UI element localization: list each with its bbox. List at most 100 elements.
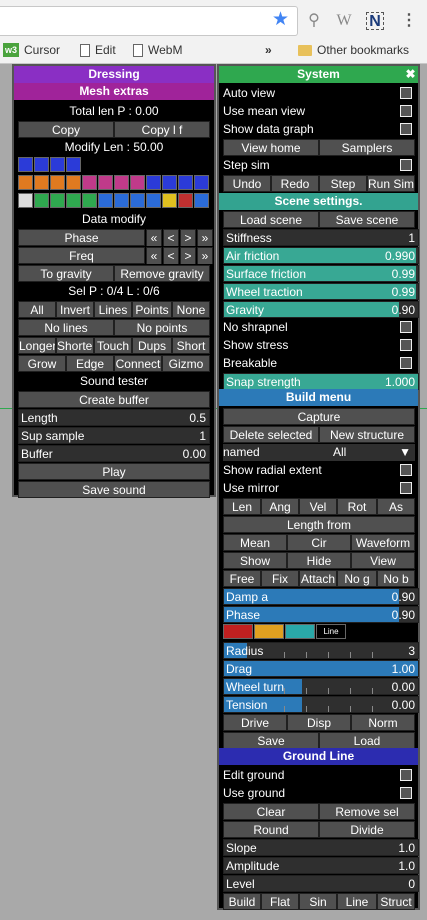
samplers-button[interactable]: Samplers bbox=[319, 139, 415, 156]
fast-right-icon[interactable]: » bbox=[197, 247, 213, 264]
show-radial-extent-toggle[interactable]: Show radial extent bbox=[223, 462, 415, 479]
remove-sel-button[interactable]: Remove sel bbox=[319, 803, 415, 820]
show-stress-toggle[interactable]: Show stress bbox=[223, 337, 415, 354]
flat-button[interactable]: Flat bbox=[261, 893, 299, 910]
gizmo-button[interactable]: Gizmo bbox=[162, 355, 210, 372]
no-shrapnel-toggle[interactable]: No shrapnel bbox=[223, 319, 415, 336]
capture-button[interactable]: Capture bbox=[223, 408, 415, 425]
tool-k-icon[interactable] bbox=[178, 175, 193, 190]
close-icon[interactable]: ✖ bbox=[403, 66, 418, 83]
tool-d-icon[interactable] bbox=[66, 175, 81, 190]
tool-e-icon[interactable] bbox=[82, 175, 97, 190]
menu-icon[interactable]: ⋮ bbox=[398, 10, 420, 32]
phase-button[interactable]: Phase bbox=[18, 229, 145, 246]
tool-m-icon[interactable] bbox=[34, 193, 49, 208]
no-g-button[interactable]: No g bbox=[337, 570, 377, 587]
tool-q-icon[interactable] bbox=[98, 193, 113, 208]
play-button[interactable]: Play bbox=[18, 463, 210, 480]
disp-button[interactable]: Disp bbox=[287, 714, 351, 731]
slope-slider[interactable]: Slope 1.0 bbox=[223, 839, 419, 856]
edit-ground-toggle[interactable]: Edit ground bbox=[223, 767, 415, 784]
no-b-button[interactable]: No b bbox=[377, 570, 415, 587]
as-button[interactable]: As bbox=[377, 498, 415, 515]
step-button[interactable]: Step bbox=[319, 175, 367, 192]
tool-arrow-icon[interactable] bbox=[50, 157, 65, 172]
free-button[interactable]: Free bbox=[223, 570, 261, 587]
save-button[interactable]: Save bbox=[223, 732, 319, 749]
snap-strength-slider[interactable]: Snap strength 1.000 bbox=[223, 373, 419, 390]
other-bookmarks[interactable]: Other bookmarks bbox=[298, 41, 409, 59]
w-extension-icon[interactable]: W bbox=[333, 10, 355, 32]
tool-v-icon[interactable] bbox=[178, 193, 193, 208]
bookmark-cursor[interactable]: w3 Cursor bbox=[3, 41, 60, 59]
wheel-traction-slider[interactable]: Wheel traction 0.99 bbox=[223, 283, 419, 300]
tool-g-icon[interactable] bbox=[114, 175, 129, 190]
checkbox[interactable] bbox=[400, 105, 412, 117]
tool-l-icon[interactable] bbox=[194, 175, 209, 190]
tool-a-icon[interactable] bbox=[18, 175, 33, 190]
freq-button[interactable]: Freq bbox=[18, 247, 145, 264]
left-icon[interactable]: < bbox=[163, 229, 179, 246]
named-dropdown[interactable]: named All ▼ bbox=[223, 444, 415, 461]
sine-icon[interactable] bbox=[285, 624, 315, 639]
address-bar[interactable] bbox=[0, 6, 298, 36]
load-button[interactable]: Load bbox=[319, 732, 415, 749]
line-wave-icon[interactable]: Line bbox=[316, 624, 346, 639]
ang-button[interactable]: Ang bbox=[261, 498, 299, 515]
tool-line-icon[interactable] bbox=[18, 193, 33, 208]
struct-button[interactable]: Struct bbox=[377, 893, 415, 910]
tool-c-icon[interactable] bbox=[66, 157, 81, 172]
clear-button[interactable]: Clear bbox=[223, 803, 319, 820]
copy-lf-button[interactable]: Copy l f bbox=[114, 121, 210, 138]
view-button[interactable]: View bbox=[351, 552, 415, 569]
fix-button[interactable]: Fix bbox=[261, 570, 299, 587]
grow-button[interactable]: Grow bbox=[18, 355, 66, 372]
build-button[interactable]: Build bbox=[223, 893, 261, 910]
checkbox[interactable] bbox=[400, 357, 412, 369]
tool-p-icon[interactable] bbox=[82, 193, 97, 208]
fast-right-icon[interactable]: » bbox=[197, 229, 213, 246]
no-lines-button[interactable]: No lines bbox=[18, 319, 114, 336]
amplitude-slider[interactable]: Amplitude 1.0 bbox=[223, 857, 419, 874]
use-ground-toggle[interactable]: Use ground bbox=[223, 785, 415, 802]
tool-scatter-icon[interactable] bbox=[34, 157, 49, 172]
load-scene-button[interactable]: Load scene bbox=[223, 211, 319, 228]
air-friction-slider[interactable]: Air friction 0.990 bbox=[223, 247, 419, 264]
wheel-turn-slider[interactable]: Wheel turn 0.00 bbox=[223, 678, 419, 695]
auto-view-toggle[interactable]: Auto view bbox=[223, 85, 415, 102]
n-extension-icon[interactable]: N bbox=[366, 12, 384, 30]
checkbox[interactable] bbox=[400, 87, 412, 99]
zoom-icon[interactable]: ⚲ bbox=[303, 10, 325, 32]
round-button[interactable]: Round bbox=[223, 821, 319, 838]
surface-friction-slider[interactable]: Surface friction 0.99 bbox=[223, 265, 419, 282]
noise-icon[interactable] bbox=[254, 624, 284, 639]
bookmark-edit[interactable]: Edit bbox=[80, 41, 116, 59]
phase-slider[interactable]: Phase 0.90 bbox=[223, 606, 419, 623]
redo-button[interactable]: Redo bbox=[271, 175, 319, 192]
line-button[interactable]: Line bbox=[337, 893, 377, 910]
bookmark-star-icon[interactable]: ★ bbox=[272, 8, 289, 32]
checkbox[interactable] bbox=[400, 769, 412, 781]
tension-slider[interactable]: Tension 0.00 bbox=[223, 696, 419, 713]
right-icon[interactable]: > bbox=[180, 247, 196, 264]
mean-button[interactable]: Mean bbox=[223, 534, 287, 551]
sawtooth-icon[interactable] bbox=[223, 624, 253, 639]
tool-i-icon[interactable] bbox=[146, 175, 161, 190]
connect-button[interactable]: Connect bbox=[114, 355, 162, 372]
breakable-toggle[interactable]: Breakable bbox=[223, 355, 415, 372]
drive-button[interactable]: Drive bbox=[223, 714, 287, 731]
tool-b-icon[interactable] bbox=[18, 157, 33, 172]
view-home-button[interactable]: View home bbox=[223, 139, 319, 156]
dups-button[interactable]: Dups bbox=[132, 337, 172, 354]
undo-button[interactable]: Undo bbox=[223, 175, 271, 192]
select-points-button[interactable]: Points bbox=[132, 301, 172, 318]
show-data-graph-toggle[interactable]: Show data graph bbox=[223, 121, 415, 138]
use-mean-view-toggle[interactable]: Use mean view bbox=[223, 103, 415, 120]
level-slider[interactable]: Level 0 bbox=[223, 875, 419, 892]
tool-s-icon[interactable] bbox=[130, 193, 145, 208]
sin-button[interactable]: Sin bbox=[299, 893, 337, 910]
stiffness-slider[interactable]: Stiffness 1 bbox=[223, 229, 419, 246]
select-none-button[interactable]: None bbox=[172, 301, 210, 318]
gravity-slider[interactable]: Gravity 0.90 bbox=[223, 301, 419, 318]
tool-t-icon[interactable] bbox=[146, 193, 161, 208]
